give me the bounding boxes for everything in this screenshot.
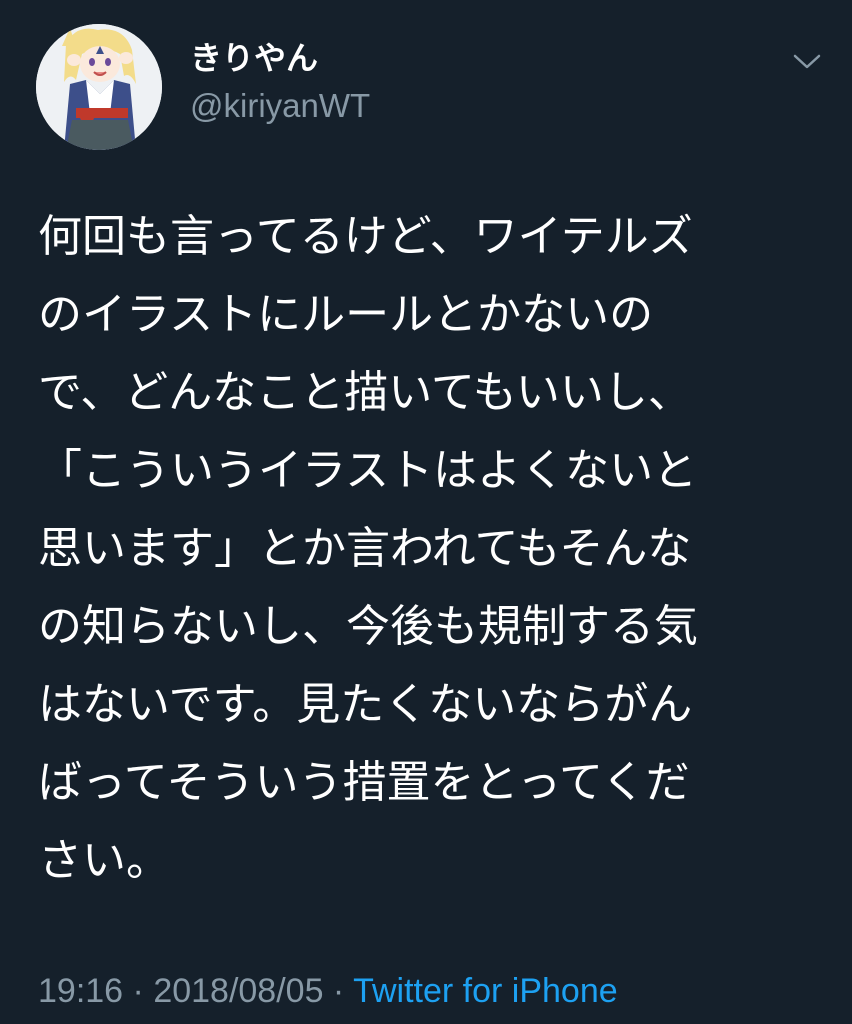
tweet-detail: きりやん @kiriyanWT 何回も言ってるけど、ワイテルズ のイラストにルー… [0, 0, 852, 1024]
tweet-text-line: の知らないし、今後も規制する気 [38, 601, 698, 652]
tweet-source-link[interactable]: Twitter for iPhone [353, 972, 618, 1010]
user-handle[interactable]: @kiriyanWT [190, 84, 370, 128]
user-names: きりやん @kiriyanWT [190, 38, 370, 128]
tweet-time: 19:16 [38, 972, 124, 1010]
chevron-down-icon [793, 54, 821, 69]
tweet-text-line: で、どんなこと描いてもいいし、 [38, 367, 692, 418]
tweet-menu-button[interactable] [790, 50, 824, 72]
tweet-header: きりやん @kiriyanWT [36, 20, 826, 150]
display-name[interactable]: きりやん [190, 38, 370, 78]
meta-separator: · [123, 972, 154, 1010]
tweet-text-line: 「こういうイラストはよくないと [38, 445, 698, 496]
tweet-meta: 19:16 · 2018/08/05 · Twitter for iPhone [38, 968, 618, 1014]
tweet-text-line: はないです。見たくないならがん [38, 679, 693, 730]
tweet-text-line: のイラストにルールとかないの [38, 289, 654, 340]
avatar[interactable] [36, 24, 162, 150]
meta-separator: · [323, 972, 354, 1010]
avatar-anime-character-icon [36, 24, 162, 150]
tweet-text-line: さい。 [38, 835, 170, 886]
tweet-text: 何回も言ってるけど、ワイテルズ のイラストにルールとかないの で、どんなこと描い… [38, 198, 818, 900]
tweet-date: 2018/08/05 [153, 972, 324, 1010]
tweet-text-line: ばってそういう措置をとってくだ [38, 757, 690, 808]
tweet-text-line: 思います」とか言われてもそんな [38, 523, 692, 574]
tweet-text-line: 何回も言ってるけど、ワイテルズ [38, 211, 693, 262]
